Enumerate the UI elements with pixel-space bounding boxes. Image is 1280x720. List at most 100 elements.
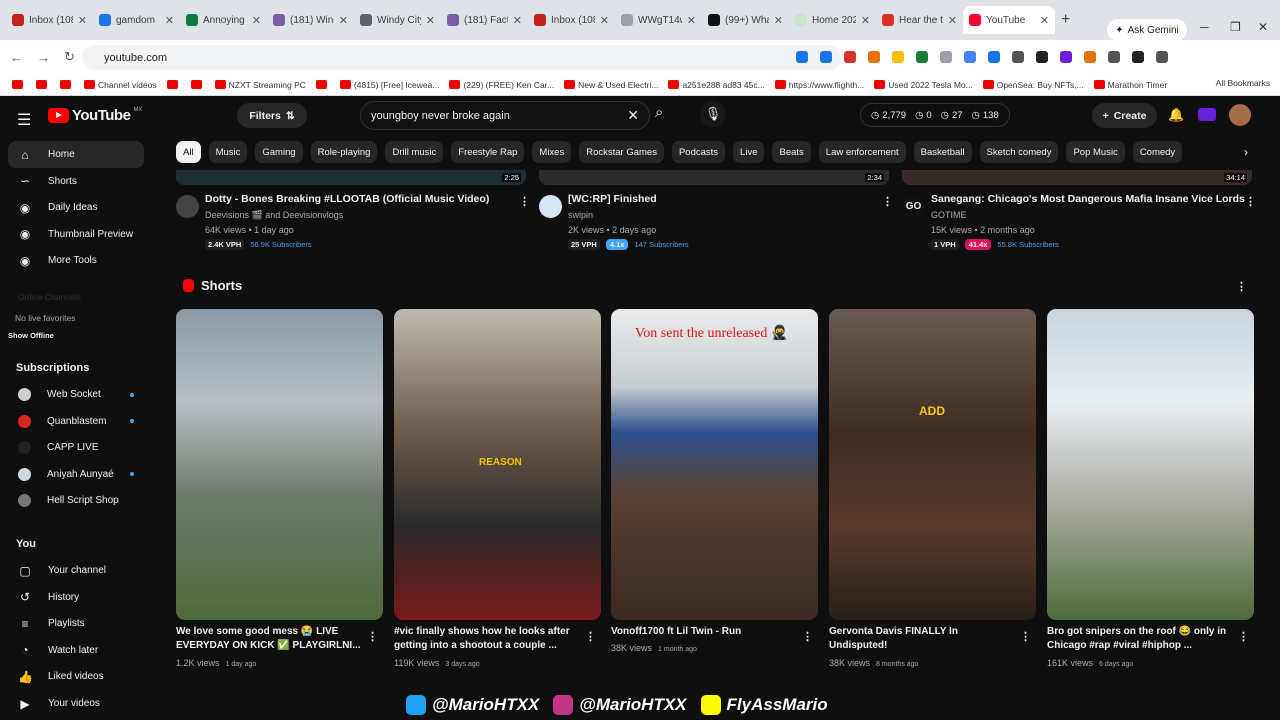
sidebar-item-history[interactable]: ↺ History — [8, 584, 144, 611]
tab-close-icon[interactable]: ✕ — [339, 14, 348, 27]
channel-avatar[interactable]: GO — [902, 195, 925, 218]
channel-name[interactable]: Deevisions 🎬 and Deevisionvlogs — [205, 210, 343, 221]
you-title[interactable]: You — [16, 538, 36, 550]
short-more-icon[interactable]: ⋮ — [367, 630, 378, 643]
sidebar-item-more-tools[interactable]: ◉ More Tools — [8, 247, 144, 274]
extension-icon[interactable] — [940, 51, 952, 63]
chip-freestyle-rap[interactable]: Freestyle Rap — [451, 141, 525, 163]
bookmark-item[interactable]: (4815) [Free] Icewea... — [339, 80, 439, 90]
bookmark-item[interactable]: Channel videos — [84, 80, 157, 90]
short-thumbnail[interactable] — [176, 309, 383, 620]
chip-beats[interactable]: Beats — [772, 141, 811, 163]
bookmark-item[interactable]: NZXT Streaming PC — [214, 80, 306, 90]
extension-icon[interactable] — [820, 51, 832, 63]
url-input[interactable]: youtube.com — [82, 45, 842, 70]
forward-icon[interactable]: → — [37, 50, 50, 65]
chip-all[interactable]: All — [176, 141, 201, 163]
short-thumbnail[interactable]: Von sent the unreleased 🥷 — [611, 309, 818, 620]
sidebar-item-daily-ideas[interactable]: ◉ Daily Ideas — [8, 194, 144, 221]
chip-podcasts[interactable]: Podcasts — [671, 141, 726, 163]
bookmark-item[interactable]: a251e288 ad83 45c... — [668, 80, 765, 90]
browser-tab[interactable]: Inbox (108... ✕ — [6, 6, 93, 34]
chip-rockstar-games[interactable]: Rockstar Games — [579, 141, 664, 163]
bookmark-item[interactable]: (229) (FREE) Ken Car... — [449, 80, 554, 90]
bookmark-item[interactable] — [36, 80, 50, 89]
extension-icon[interactable] — [868, 51, 880, 63]
video-more-icon[interactable]: ⋮ — [882, 195, 893, 208]
back-icon[interactable]: ← — [10, 50, 23, 65]
extension-icon[interactable] — [916, 51, 928, 63]
sidebar-item-watch-later[interactable]: ◔ Watch later — [8, 637, 144, 664]
sidebar-item-playlists[interactable]: ≡ Playlists — [8, 610, 144, 637]
tab-close-icon[interactable]: ✕ — [948, 14, 957, 27]
online-channels-header[interactable]: Online Channels — [18, 292, 81, 302]
video-more-icon[interactable]: ⋮ — [519, 195, 530, 208]
subscriptions-title[interactable]: Subscriptions — [16, 362, 89, 374]
short-title[interactable]: Vonoff1700 ft Lil Twin - Run — [611, 625, 796, 639]
short-more-icon[interactable]: ⋮ — [1238, 630, 1249, 643]
search-icon[interactable]: ⌕ — [655, 104, 663, 121]
short-title[interactable]: We love some good mess 😭 LIVE EVERYDAY ON… — [176, 625, 361, 653]
short-more-icon[interactable]: ⋮ — [585, 630, 596, 643]
browser-tab[interactable]: WWgT14w ✕ — [615, 6, 702, 34]
chip-role-playing[interactable]: Role-playing — [310, 141, 378, 163]
chip-gaming[interactable]: Gaming — [255, 141, 303, 163]
browser-tab[interactable]: Hear the ti ✕ — [876, 6, 963, 34]
browser-tab[interactable]: (181) Wind ✕ — [267, 6, 354, 34]
subscription-item[interactable]: Aniyah Aunyaé — [8, 461, 144, 488]
bookmark-item[interactable]: Used 2022 Tesla Mo... — [874, 80, 973, 90]
show-offline-link[interactable]: Show Offline — [8, 331, 54, 340]
bookmark-item[interactable]: Marathon Timer — [1093, 80, 1167, 90]
menu-icon[interactable]: ☰ — [17, 110, 31, 130]
chip-sketch-comedy[interactable]: Sketch comedy — [979, 141, 1059, 163]
tab-close-icon[interactable]: ✕ — [861, 14, 870, 27]
chip-pop-music[interactable]: Pop Music — [1066, 141, 1125, 163]
subscription-item[interactable]: Web Socket — [8, 381, 144, 408]
tab-close-icon[interactable]: ✕ — [426, 14, 435, 27]
extension-icon[interactable] — [1108, 51, 1120, 63]
extension-icon[interactable] — [964, 51, 976, 63]
video-title[interactable]: Sanegang: Chicago's Most Dangerous Mafia… — [931, 193, 1245, 205]
sidebar-item-your-channel[interactable]: ▢ Your channel — [8, 557, 144, 584]
extension-icon[interactable] — [1156, 51, 1168, 63]
short-title[interactable]: Bro got snipers on the roof 😂 only in Chi… — [1047, 625, 1232, 653]
chip-live[interactable]: Live — [733, 141, 765, 163]
twitch-extension-icon[interactable] — [1198, 108, 1216, 121]
extension-icon[interactable] — [1084, 51, 1096, 63]
tab-close-icon[interactable]: ✕ — [774, 14, 783, 27]
short-title[interactable]: #vic finally shows how he looks after get… — [394, 625, 579, 653]
extension-icon[interactable] — [1132, 51, 1144, 63]
browser-tab[interactable]: Annoying S ✕ — [180, 6, 267, 34]
notifications-bell-icon[interactable]: 🔔 — [1168, 107, 1184, 123]
sidebar-item-liked-videos[interactable]: 👍 Liked videos — [8, 663, 144, 690]
maximize-icon[interactable]: ❐ — [1230, 20, 1241, 34]
tab-close-icon[interactable]: ✕ — [165, 14, 174, 27]
short-more-icon[interactable]: ⋮ — [802, 630, 813, 643]
extension-icon[interactable] — [844, 51, 856, 63]
tab-close-icon[interactable]: ✕ — [687, 14, 696, 27]
video-more-icon[interactable]: ⋮ — [1245, 195, 1256, 208]
subscription-item[interactable]: Hell Script Shop — [8, 487, 144, 514]
clear-search-icon[interactable]: ✕ — [627, 107, 639, 124]
extension-icon[interactable] — [1060, 51, 1072, 63]
ask-gemini-button[interactable]: ✦ Ask Gemini — [1107, 19, 1187, 41]
chevron-right-icon[interactable]: › — [1244, 145, 1248, 159]
tab-close-icon[interactable]: ✕ — [1040, 14, 1049, 27]
browser-tab[interactable]: Home 2024 ✕ — [789, 6, 876, 34]
extension-icon[interactable] — [1012, 51, 1024, 63]
tab-close-icon[interactable]: ✕ — [78, 14, 87, 27]
extension-icon[interactable] — [796, 51, 808, 63]
extension-icon[interactable] — [1036, 51, 1048, 63]
extension-icon[interactable] — [892, 51, 904, 63]
short-more-icon[interactable]: ⋮ — [1020, 630, 1031, 643]
chip-music[interactable]: Music — [208, 141, 248, 163]
bookmark-item[interactable]: OpenSea: Buy NFTs,... — [982, 80, 1084, 90]
reload-icon[interactable]: ↻ — [64, 49, 75, 65]
bookmark-item[interactable]: https://www.flighth... — [774, 80, 864, 90]
tab-close-icon[interactable]: ✕ — [600, 14, 609, 27]
video-title[interactable]: Dotty - Bones Breaking #LLOOTAB (Officia… — [205, 193, 489, 205]
browser-tab[interactable]: (181) Facti ✕ — [441, 6, 528, 34]
youtube-logo[interactable]: YouTube MX — [48, 107, 142, 124]
shorts-more-icon[interactable]: ⋮ — [1236, 280, 1247, 293]
browser-tab[interactable]: gamdom ✕ — [93, 6, 180, 34]
